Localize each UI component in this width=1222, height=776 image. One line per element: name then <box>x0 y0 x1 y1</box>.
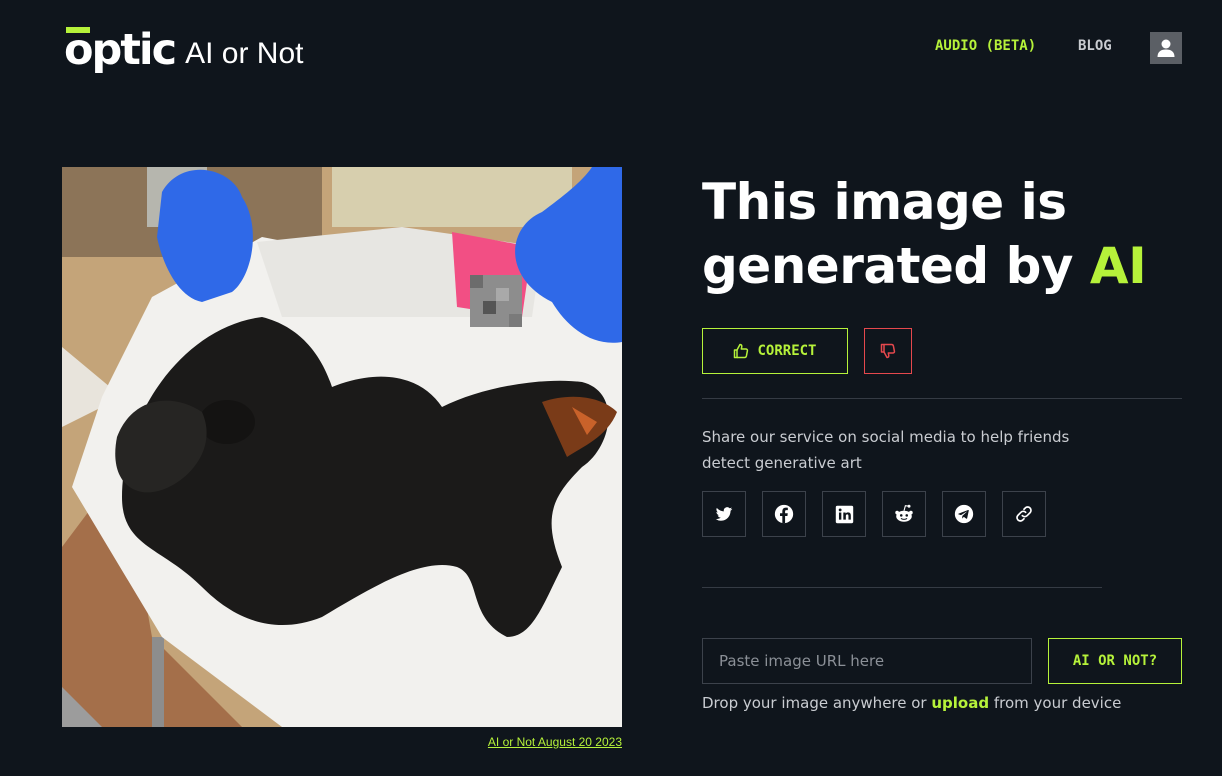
share-text: Share our service on social media to hel… <box>702 428 1070 472</box>
image-caption-link[interactable]: AI or Not August 20 2023 <box>422 735 622 749</box>
nav-audio-beta[interactable]: AUDIO (BETA) <box>935 38 1036 54</box>
drop-instructions: Drop your image anywhere or upload from … <box>702 694 1121 712</box>
user-account-button[interactable] <box>1150 32 1182 64</box>
facebook-icon <box>774 504 794 524</box>
image-url-input[interactable] <box>702 638 1032 684</box>
reddit-icon <box>895 504 913 522</box>
thumbs-up-icon <box>734 343 749 359</box>
upload-link[interactable]: upload <box>931 694 989 712</box>
result-headline: This image is generated by AI <box>702 170 1182 298</box>
twitter-icon <box>715 507 733 521</box>
user-icon <box>1157 39 1175 57</box>
thumbs-down-icon <box>880 343 896 359</box>
headline-text: This image is generated by <box>702 173 1090 295</box>
logo-subtitle: AI or Not <box>185 37 304 70</box>
nav-blog[interactable]: BLOG <box>1078 38 1112 54</box>
drop-text-suffix: from your device <box>989 694 1122 712</box>
social-share-buttons <box>702 491 1046 537</box>
copy-link-button[interactable] <box>1002 491 1046 537</box>
linkedin-icon <box>835 505 853 523</box>
analyzed-image <box>62 167 622 727</box>
link-icon <box>1016 506 1032 522</box>
divider <box>702 587 1102 588</box>
drop-text-prefix: Drop your image anywhere or <box>702 694 932 712</box>
incorrect-button[interactable] <box>864 328 912 374</box>
share-twitter-button[interactable] <box>702 491 746 537</box>
ai-or-not-submit-button[interactable]: AI OR NOT? <box>1048 638 1182 684</box>
share-linkedin-button[interactable] <box>822 491 866 537</box>
logo[interactable]: optic AI or Not <box>64 24 303 72</box>
share-telegram-button[interactable] <box>942 491 986 537</box>
share-facebook-button[interactable] <box>762 491 806 537</box>
divider <box>702 398 1182 399</box>
logo-accent-bar <box>66 27 90 33</box>
headline-highlight: AI <box>1089 237 1147 295</box>
logo-wordmark: optic <box>64 25 177 75</box>
correct-button-label: CORRECT <box>757 343 817 359</box>
correct-button[interactable]: CORRECT <box>702 328 848 374</box>
telegram-icon <box>954 504 974 524</box>
share-reddit-button[interactable] <box>882 491 926 537</box>
